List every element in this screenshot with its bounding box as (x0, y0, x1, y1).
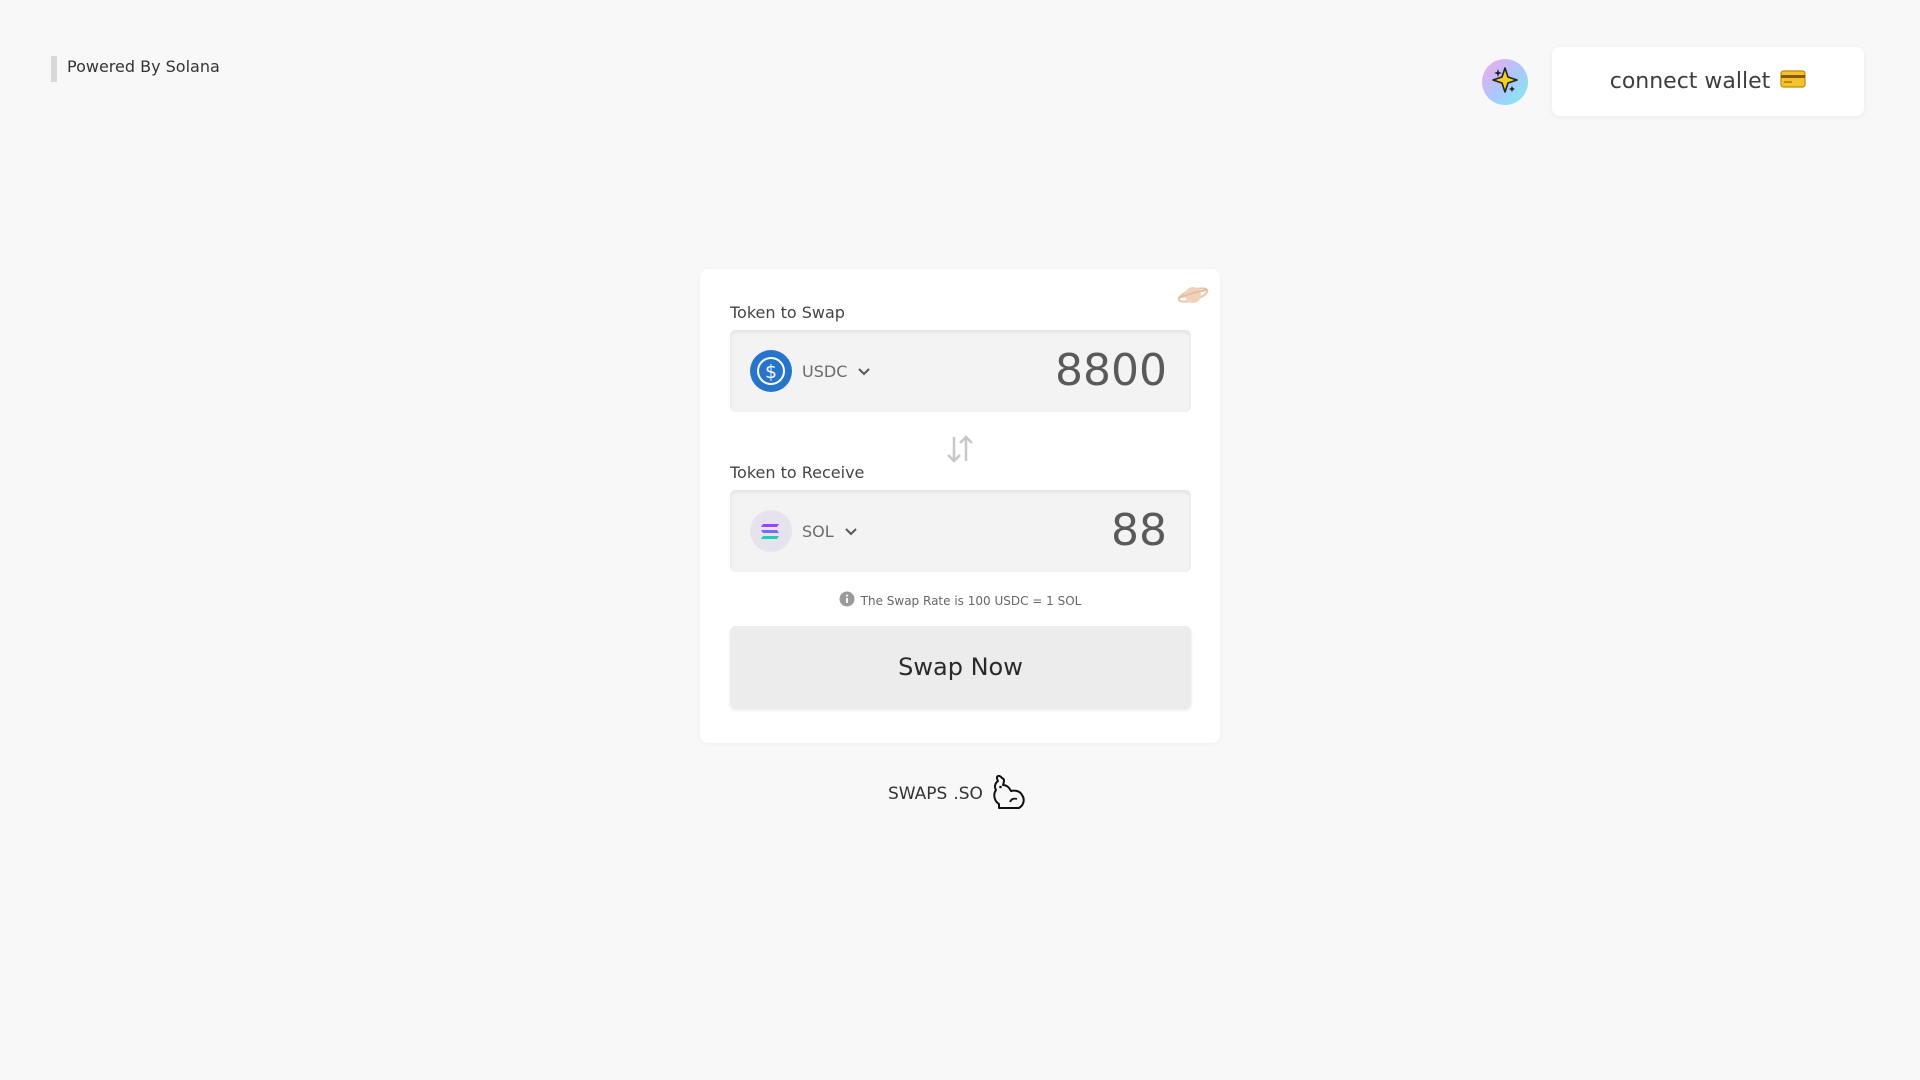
token-to-swap-label: Token to Swap (730, 303, 845, 322)
to-token-selector[interactable]: SOL (750, 510, 858, 552)
chevron-down-icon (857, 362, 871, 381)
brand-name: SWAPS (888, 784, 948, 804)
to-token-name: SOL (802, 521, 834, 541)
planet-icon (1176, 282, 1210, 308)
usdc-coin-icon: $ (750, 350, 792, 392)
swap-rate-text: The Swap Rate is 100 USDC = 1 SOL (860, 593, 1082, 608)
swap-card: Token to Swap $ USDC 8800 Token to Recei… (700, 269, 1220, 743)
swap-now-button[interactable]: Swap Now (730, 626, 1191, 708)
from-token-selector[interactable]: $ USDC (750, 350, 871, 392)
powered-by-label: Powered By Solana (51, 56, 220, 82)
from-amount-input[interactable]: 8800 (907, 340, 1167, 402)
credit-card-icon (1780, 69, 1806, 95)
sol-coin-icon (750, 510, 792, 552)
brand-footer: SWAPS .SO (888, 773, 1029, 815)
to-amount-input[interactable]: 88 (907, 500, 1167, 562)
from-token-name: USDC (802, 361, 848, 381)
chevron-down-icon (844, 522, 858, 541)
token-to-swap-box: $ USDC 8800 (730, 330, 1191, 412)
rabbit-icon (989, 772, 1029, 817)
token-to-receive-box: SOL 88 (730, 490, 1191, 572)
sparkle-button[interactable] (1482, 59, 1528, 105)
swap-rate-info: The Swap Rate is 100 USDC = 1 SOL (700, 591, 1220, 610)
sparkle-icon (1490, 65, 1520, 99)
swap-direction-icon[interactable] (945, 433, 975, 465)
token-to-receive-label: Token to Receive (730, 463, 865, 482)
svg-text:$: $ (765, 361, 777, 383)
info-icon (839, 591, 855, 610)
connect-wallet-button[interactable]: connect wallet (1552, 47, 1864, 116)
brand-suffix: .SO (953, 784, 983, 804)
connect-wallet-label: connect wallet (1609, 69, 1771, 94)
